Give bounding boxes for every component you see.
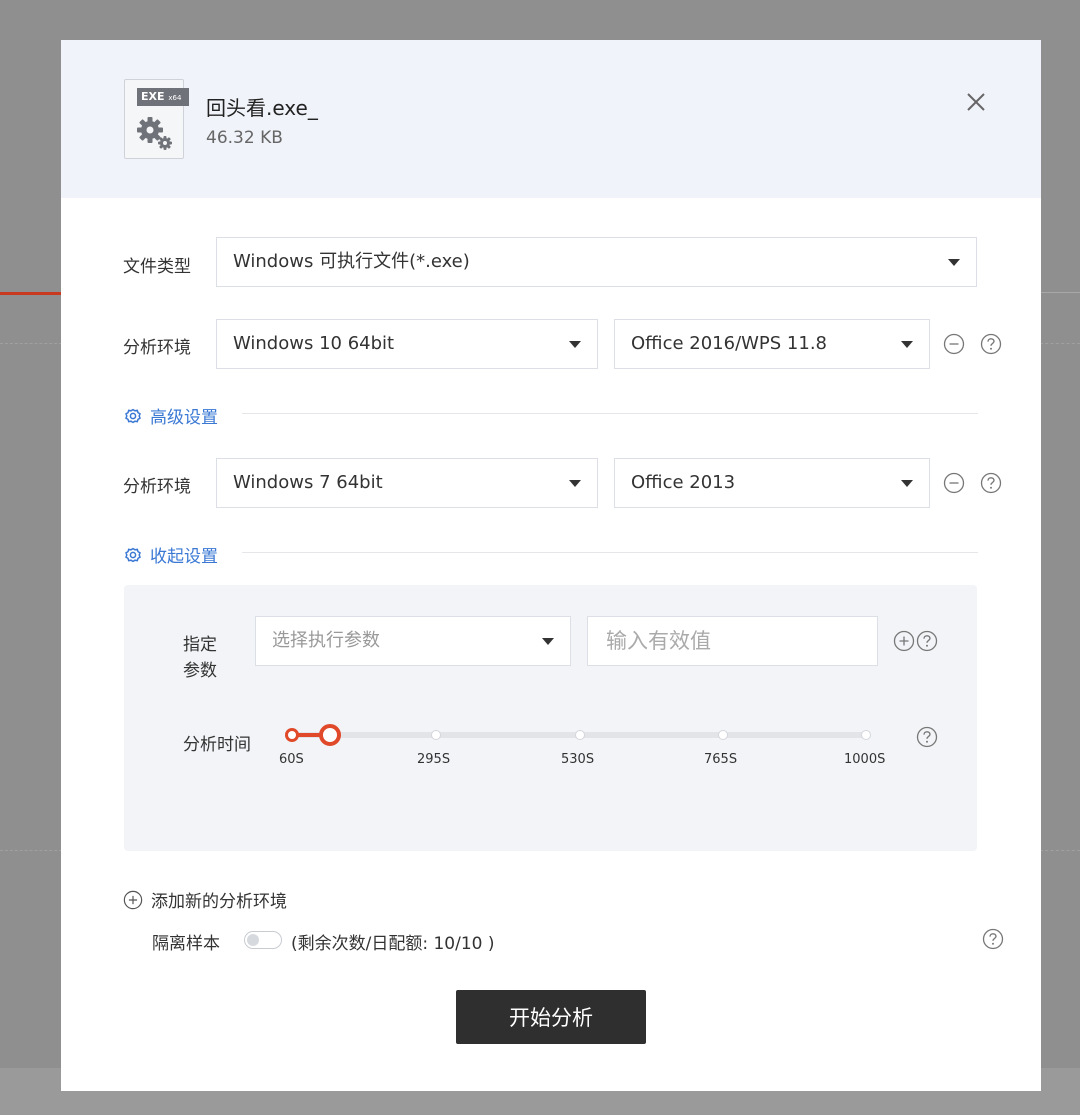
background-dashed-line (0, 850, 62, 851)
slider-handle[interactable] (319, 724, 341, 746)
gears-icon (137, 117, 172, 150)
slider-step-dot[interactable] (575, 730, 585, 740)
env-office-select[interactable]: Office 2013 (614, 458, 930, 508)
exec-param-select[interactable]: 选择执行参数 (255, 616, 571, 666)
file-name: 回头看.exe_ (206, 96, 318, 120)
slider-step-dot[interactable] (431, 730, 441, 740)
toggle-knob (247, 934, 259, 946)
help-icon[interactable] (982, 928, 1004, 950)
slider-start-marker (285, 728, 299, 742)
env-os-value: Windows 10 64bit (233, 333, 395, 354)
param-value-input[interactable]: 输入有效值 (587, 616, 878, 666)
file-size: 46.32 KB (206, 128, 283, 148)
add-param-icon[interactable] (893, 630, 915, 652)
add-environment-label: 添加新的分析环境 (151, 892, 287, 912)
chevron-down-icon (569, 480, 581, 487)
background-dashed-line (0, 343, 62, 344)
help-icon[interactable] (980, 472, 1002, 494)
collapse-settings-label: 收起设置 (150, 547, 218, 567)
env-office-value: Office 2013 (631, 472, 736, 493)
slider-step-dot[interactable] (718, 730, 728, 740)
quarantine-quota: (剩余次数/日配额: 10/10 ) (291, 934, 495, 954)
slider-tick-label: 1000S (844, 752, 886, 767)
env-label: 分析环境 (123, 477, 191, 497)
file-type-value: Windows 可执行文件(*.exe) (233, 251, 470, 272)
chevron-down-icon (901, 480, 913, 487)
dialog-header: EXE x64 回头看.exe_ 46.32 KB (61, 40, 1041, 198)
env-os-value: Windows 7 64bit (233, 472, 383, 493)
help-icon[interactable] (980, 333, 1002, 355)
slider-tick-label: 60S (279, 752, 304, 767)
env-office-value: Office 2016/WPS 11.8 (631, 333, 828, 354)
file-type-select[interactable]: Windows 可执行文件(*.exe) (216, 237, 977, 287)
background-dashed-line (1040, 343, 1080, 344)
settings-gear-icon (125, 547, 141, 562)
param-label-line2: 参数 (183, 661, 217, 681)
settings-gear-icon (125, 408, 141, 423)
remove-environment-icon[interactable] (943, 472, 965, 494)
env-os-select[interactable]: Windows 7 64bit (216, 458, 598, 508)
analysis-time-label: 分析时间 (183, 735, 251, 755)
advanced-settings-label: 高级设置 (150, 408, 218, 428)
badge-sub-text: x64 (168, 94, 182, 102)
badge-main-text: EXE (141, 90, 165, 103)
upload-analysis-dialog: EXE x64 回头看.exe_ 46.32 KB 文件类型 Windows 可… (61, 40, 1041, 1091)
advanced-settings-link[interactable]: 高级设置 (124, 403, 218, 428)
env-os-select[interactable]: Windows 10 64bit (216, 319, 598, 369)
quarantine-label: 隔离样本 (152, 934, 220, 954)
chevron-down-icon (542, 638, 554, 645)
section-divider (242, 552, 978, 553)
file-type-badge: EXE x64 (137, 88, 189, 106)
slider-tick-label: 295S (417, 752, 451, 767)
slider-tick-label: 765S (704, 752, 738, 767)
exec-param-placeholder: 选择执行参数 (272, 630, 380, 651)
help-icon[interactable] (916, 630, 938, 652)
add-circle-icon (123, 890, 143, 909)
slider-step-dot[interactable] (861, 730, 871, 740)
background-accent-line (0, 292, 62, 295)
param-value-placeholder: 输入有效值 (606, 629, 711, 653)
add-environment-link[interactable]: 添加新的分析环境 (123, 887, 287, 912)
collapse-settings-link[interactable]: 收起设置 (124, 542, 218, 567)
help-icon[interactable] (916, 726, 938, 748)
param-label-line1: 指定 (183, 635, 217, 655)
env-office-select[interactable]: Office 2016/WPS 11.8 (614, 319, 930, 369)
chevron-down-icon (569, 341, 581, 348)
chevron-down-icon (948, 259, 960, 266)
start-analysis-button[interactable]: 开始分析 (456, 990, 646, 1044)
section-divider (242, 413, 978, 414)
remove-environment-icon[interactable] (943, 333, 965, 355)
background-divider (1040, 292, 1080, 293)
background-dashed-line (1040, 850, 1080, 851)
file-type-label: 文件类型 (123, 257, 191, 277)
slider-tick-label: 530S (561, 752, 595, 767)
close-icon[interactable] (964, 90, 988, 114)
exe-file-icon: EXE x64 (124, 79, 189, 159)
env-label: 分析环境 (123, 338, 191, 358)
quarantine-toggle[interactable] (244, 931, 282, 949)
chevron-down-icon (901, 341, 913, 348)
